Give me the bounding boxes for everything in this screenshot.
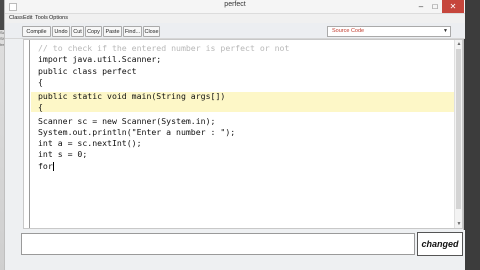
cut-button[interactable]: Cut <box>71 26 84 37</box>
desktop-edge-right <box>464 0 480 270</box>
menu-bar: Class Edit Tools Options <box>5 14 465 23</box>
code-line: public class perfect <box>38 66 137 76</box>
code-line-current: for <box>38 161 54 172</box>
menu-edit[interactable]: Edit <box>23 14 32 23</box>
minimize-button[interactable]: – <box>414 0 428 13</box>
menu-options[interactable]: Options <box>49 14 68 23</box>
changed-indicator: changed <box>417 232 463 256</box>
compile-button[interactable]: Compile <box>22 26 51 37</box>
maximize-button[interactable]: □ <box>428 0 442 13</box>
code-line: System.out.println("Enter a number : "); <box>38 127 236 137</box>
scrollbar-thumb[interactable] <box>456 49 461 209</box>
code-line: { <box>38 77 43 87</box>
copy-button[interactable]: Copy <box>85 26 102 37</box>
paste-button[interactable]: Paste <box>103 26 122 37</box>
status-message-field <box>21 233 415 255</box>
editor-gutter <box>24 40 30 228</box>
scroll-down-icon[interactable]: ▼ <box>455 220 463 228</box>
menu-class[interactable]: Class <box>9 14 23 23</box>
view-select-value: Source Code <box>332 28 365 34</box>
chevron-down-icon: ▼ <box>443 28 448 34</box>
status-area: changed <box>5 230 465 270</box>
code-line: Scanner sc = new Scanner(System.in); <box>38 116 216 126</box>
menu-tools[interactable]: Tools <box>35 14 48 23</box>
close-button[interactable]: Close <box>143 26 160 37</box>
code-line: import java.util.Scanner; <box>38 54 162 64</box>
code-line: int a = sc.nextInt(); <box>38 138 142 148</box>
code-line: int s = 0; <box>38 149 88 159</box>
window-title: perfect <box>224 1 246 8</box>
view-select[interactable]: Source Code ▼ <box>327 26 451 37</box>
code-editor[interactable]: // to check if the entered number is per… <box>23 39 463 229</box>
text-cursor <box>52 162 54 171</box>
code-line: // to check if the entered number is per… <box>38 43 290 53</box>
code-line: { <box>38 102 43 112</box>
code-line: public static void main(String args[]) <box>38 91 226 101</box>
toolbar: Compile Undo Cut Copy Paste Find... Clos… <box>5 23 465 39</box>
find-button[interactable]: Find... <box>123 26 142 37</box>
undo-button[interactable]: Undo <box>52 26 70 37</box>
close-window-button[interactable]: ✕ <box>442 0 464 13</box>
code-line-text: for <box>38 161 53 171</box>
editor-window: perfect – □ ✕ Class Edit Tools Options C… <box>4 0 465 270</box>
title-bar[interactable]: perfect – □ ✕ <box>5 0 465 14</box>
scroll-up-icon[interactable]: ▲ <box>455 40 463 48</box>
vertical-scrollbar[interactable]: ▲ ▼ <box>454 40 462 228</box>
